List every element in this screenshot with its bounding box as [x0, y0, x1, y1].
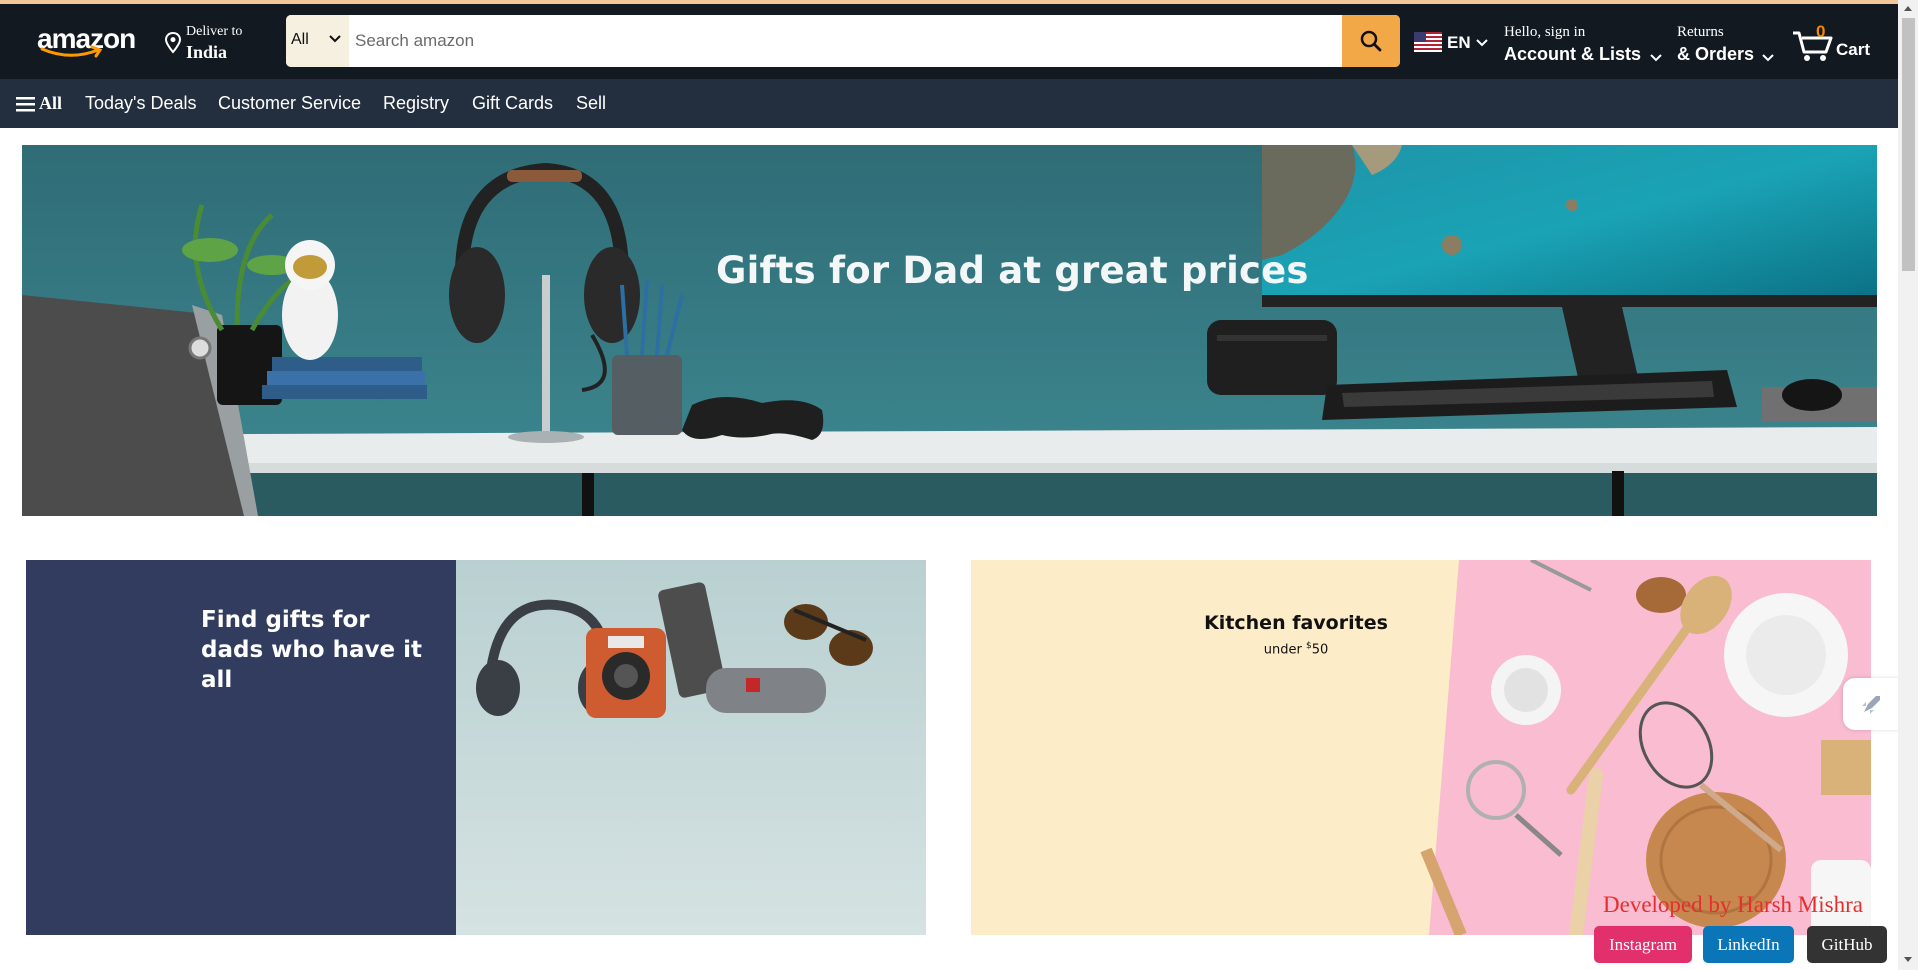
kitchen-favorites-amount: 50 — [1311, 642, 1329, 658]
scroll-up-arrow-icon[interactable] — [1903, 4, 1913, 12]
cart-label: Cart — [1836, 40, 1871, 59]
top-header: amazon Deliver to India All Search amazo… — [0, 4, 1898, 79]
instagram-button[interactable]: Instagram — [1594, 926, 1692, 963]
github-button[interactable]: GitHub — [1807, 926, 1887, 963]
account-label: Account & Lists — [1504, 44, 1642, 64]
hamburger-menu-icon — [16, 97, 35, 112]
dad-gifts-title-line2: dads who have it all — [201, 637, 422, 693]
returns-label: Returns — [1677, 24, 1724, 40]
deliver-to[interactable]: Deliver to India — [163, 20, 273, 64]
kitchen-favorites-card[interactable]: Kitchen favorites under $50 — [971, 560, 1871, 935]
linkedin-button[interactable]: LinkedIn — [1703, 926, 1794, 963]
account-and-lists[interactable]: Hello, sign in Account & Lists — [1502, 20, 1662, 68]
amazon-logo[interactable]: amazon — [34, 21, 136, 63]
cart-count: 0 — [1816, 22, 1826, 41]
deliver-country: India — [186, 42, 228, 62]
chevron-down-icon — [1476, 39, 1488, 47]
nav-item-todays-deals[interactable]: Today's Deals — [85, 93, 197, 114]
cart-icon — [1793, 31, 1833, 61]
hero-desk-scene-image — [22, 145, 1877, 516]
cart-button[interactable]: 0 Cart — [1788, 20, 1880, 68]
deliver-label: Deliver to — [186, 24, 243, 39]
search-category-select[interactable]: All — [286, 15, 349, 67]
search-category-value: All — [291, 31, 309, 48]
dad-gifts-title: Find gifts for dads who have it all — [201, 605, 456, 695]
chevron-down-icon — [1650, 54, 1662, 62]
nav-item-gift-cards[interactable]: Gift Cards — [472, 93, 553, 114]
secondary-nav: All Today's Deals Customer Service Regis… — [0, 79, 1898, 128]
dad-gifts-card[interactable]: Find gifts for dads who have it all — [26, 560, 926, 935]
chevron-down-icon — [329, 35, 341, 43]
dad-gifts-text-pane: Find gifts for dads who have it all — [26, 560, 456, 935]
kitchen-favorites-subtitle-prefix: under — [1263, 642, 1306, 658]
returns-and-orders[interactable]: Returns & Orders — [1676, 20, 1776, 68]
language-code: EN — [1447, 33, 1471, 52]
search-input[interactable] — [349, 15, 1329, 67]
floating-action-button[interactable] — [1843, 678, 1899, 730]
us-flag-icon — [1414, 32, 1442, 52]
smile-arrow-icon — [40, 45, 103, 58]
search-icon — [1360, 30, 1382, 52]
search-bar: All — [286, 15, 1400, 67]
scroll-down-arrow-icon[interactable] — [1903, 956, 1913, 964]
chevron-down-icon — [1762, 54, 1774, 62]
developer-credit: Developed by Harsh Mishra — [1603, 892, 1863, 917]
language-selector[interactable]: EN — [1413, 30, 1491, 54]
dad-gifts-title-line1: Find gifts for — [201, 607, 370, 633]
rocket-icon — [1862, 696, 1880, 714]
scrollbar-thumb[interactable] — [1902, 18, 1915, 271]
nav-item-registry[interactable]: Registry — [383, 93, 449, 114]
search-button[interactable] — [1342, 15, 1400, 67]
account-greeting: Hello, sign in — [1504, 24, 1586, 40]
orders-label: & Orders — [1677, 44, 1755, 64]
all-menu-label: All — [39, 93, 63, 113]
kitchen-favorites-title: Kitchen favorites — [1204, 612, 1388, 634]
hero-banner[interactable]: Gifts for Dad at great prices — [22, 145, 1877, 516]
nav-item-sell[interactable]: Sell — [576, 93, 606, 114]
kitchen-favorites-subtitle: under $50 — [971, 641, 1621, 657]
nav-item-customer-service[interactable]: Customer Service — [218, 93, 361, 114]
location-pin-icon — [165, 32, 181, 54]
hero-title: Gifts for Dad at great prices — [716, 249, 1309, 292]
